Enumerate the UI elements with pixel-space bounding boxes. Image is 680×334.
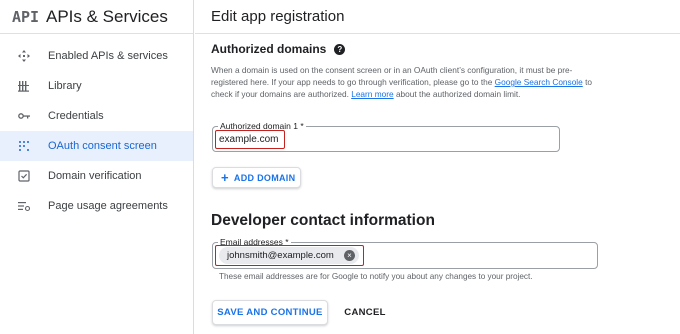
sidebar-item-oauth-consent-screen[interactable]: OAuth consent screen (0, 131, 193, 161)
diamond-arrows-icon (0, 50, 48, 62)
sidebar-item-label: Credentials (48, 110, 104, 122)
email-hint: These email addresses are for Google to … (219, 272, 533, 281)
sidebar-item-label: Page usage agreements (48, 200, 168, 212)
sidebar-item-label: OAuth consent screen (48, 140, 157, 152)
email-chip-value: johnsmith@example.com (227, 250, 334, 261)
email-addresses-field[interactable]: Email addresses * johnsmith@example.com … (212, 237, 598, 269)
developer-contact-title: Developer contact information (211, 212, 435, 229)
cancel-button[interactable]: CANCEL (339, 300, 391, 325)
key-icon (0, 110, 48, 122)
sidebar-item-label: Domain verification (48, 170, 142, 182)
sidebar-title: APIs & Services (46, 6, 168, 26)
api-logo: API (12, 7, 40, 26)
sidebar: API APIs & Services Enabled APIs & servi… (0, 0, 194, 334)
dotted-grid-icon (0, 140, 48, 152)
help-icon[interactable]: ? (334, 43, 346, 55)
authorized-domains-title: Authorized domains (211, 42, 327, 56)
sidebar-header: API APIs & Services (0, 0, 193, 34)
library-icon (0, 80, 48, 92)
remove-chip-icon[interactable]: × (344, 250, 355, 261)
settings-list-icon (0, 200, 48, 212)
sidebar-item-domain-verification[interactable]: Domain verification (0, 161, 193, 191)
main-panel: Edit app registration Authorized domains… (195, 0, 680, 334)
sidebar-item-library[interactable]: Library (0, 71, 193, 101)
sidebar-item-enabled-apis[interactable]: Enabled APIs & services (0, 41, 193, 71)
page-title: Edit app registration (211, 8, 345, 25)
sidebar-item-label: Library (48, 80, 82, 92)
authorized-domains-heading: Authorized domains ? (211, 42, 346, 56)
add-domain-label: ADD DOMAIN (233, 172, 296, 183)
sidebar-item-label: Enabled APIs & services (48, 50, 168, 62)
checkbox-icon (0, 170, 48, 182)
description-text: about the authorized domain limit. (393, 89, 521, 99)
google-search-console-link[interactable]: Google Search Console (495, 77, 583, 87)
authorized-domain-input[interactable]: example.com (219, 134, 278, 145)
main-header: Edit app registration (195, 0, 680, 34)
plus-icon: + (221, 170, 229, 185)
learn-more-link[interactable]: Learn more (351, 89, 393, 99)
add-domain-button[interactable]: + ADD DOMAIN (212, 167, 301, 188)
save-and-continue-button[interactable]: SAVE AND CONTINUE (212, 300, 328, 325)
authorized-domain-field[interactable]: Authorized domain 1 * example.com (212, 121, 560, 152)
authorized-domains-description: When a domain is used on the consent scr… (211, 64, 601, 100)
sidebar-item-page-usage-agreements[interactable]: Page usage agreements (0, 191, 193, 221)
sidebar-item-credentials[interactable]: Credentials (0, 101, 193, 131)
sidebar-nav: Enabled APIs & services Library Credenti… (0, 41, 193, 221)
email-chip: johnsmith@example.com × (219, 247, 359, 264)
